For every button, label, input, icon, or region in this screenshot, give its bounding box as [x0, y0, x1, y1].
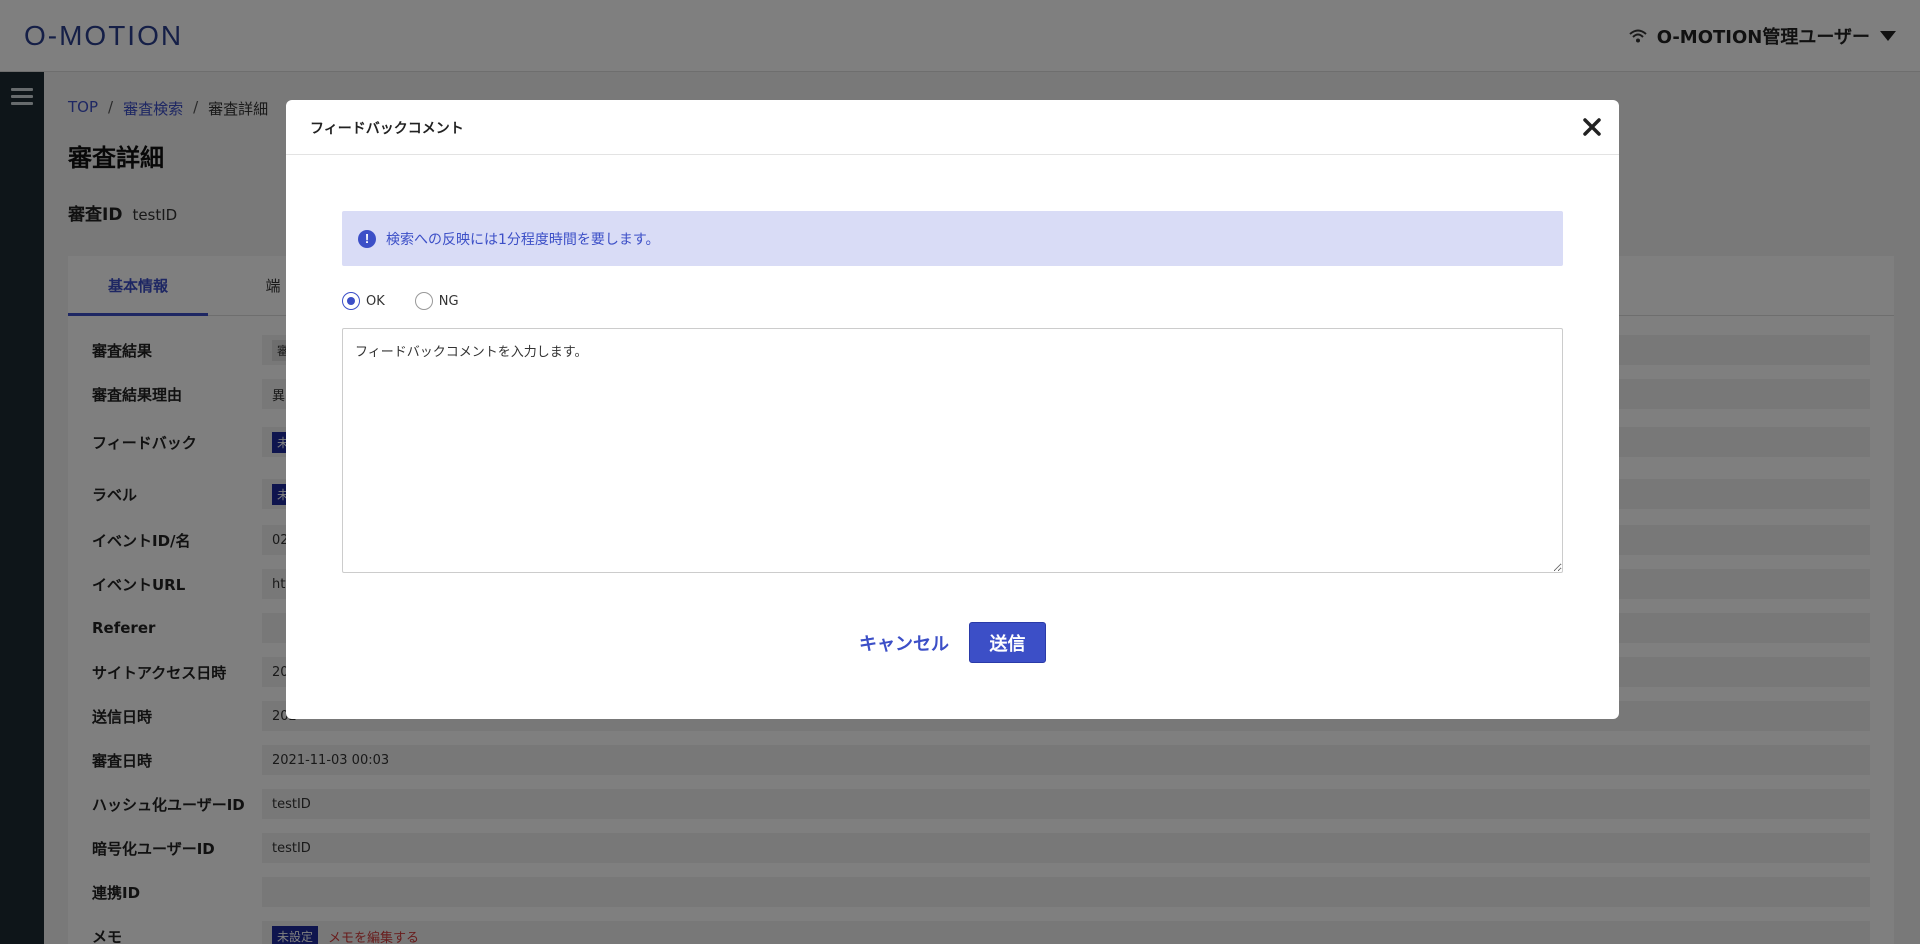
feedback-comment-modal: フィードバックコメント ! 検索への反映には1分程度時間を要します。 OK NG… — [286, 100, 1619, 719]
alert-text: 検索への反映には1分程度時間を要します。 — [386, 231, 660, 248]
radio-ng[interactable]: NG — [414, 292, 459, 310]
feedback-comment-textarea[interactable] — [342, 328, 1563, 573]
close-icon[interactable] — [1579, 114, 1605, 140]
submit-button[interactable]: 送信 — [969, 622, 1046, 663]
radio-ng-indicator[interactable] — [414, 292, 433, 310]
cancel-button[interactable]: キャンセル — [859, 630, 949, 656]
modal-title: フィードバックコメント — [310, 121, 464, 137]
radio-ng-label[interactable]: NG — [439, 294, 459, 309]
info-alert: ! 検索への反映には1分程度時間を要します。 — [342, 211, 1563, 266]
radio-ok-label[interactable]: OK — [366, 294, 385, 309]
modal-actions: キャンセル 送信 — [286, 622, 1619, 663]
feedback-radio-group: OK NG — [342, 292, 459, 310]
radio-ok-indicator[interactable] — [342, 292, 360, 310]
exclamation-circle-icon: ! — [358, 229, 376, 248]
radio-ok[interactable]: OK — [342, 292, 385, 310]
modal-header: フィードバックコメント — [286, 100, 1619, 155]
